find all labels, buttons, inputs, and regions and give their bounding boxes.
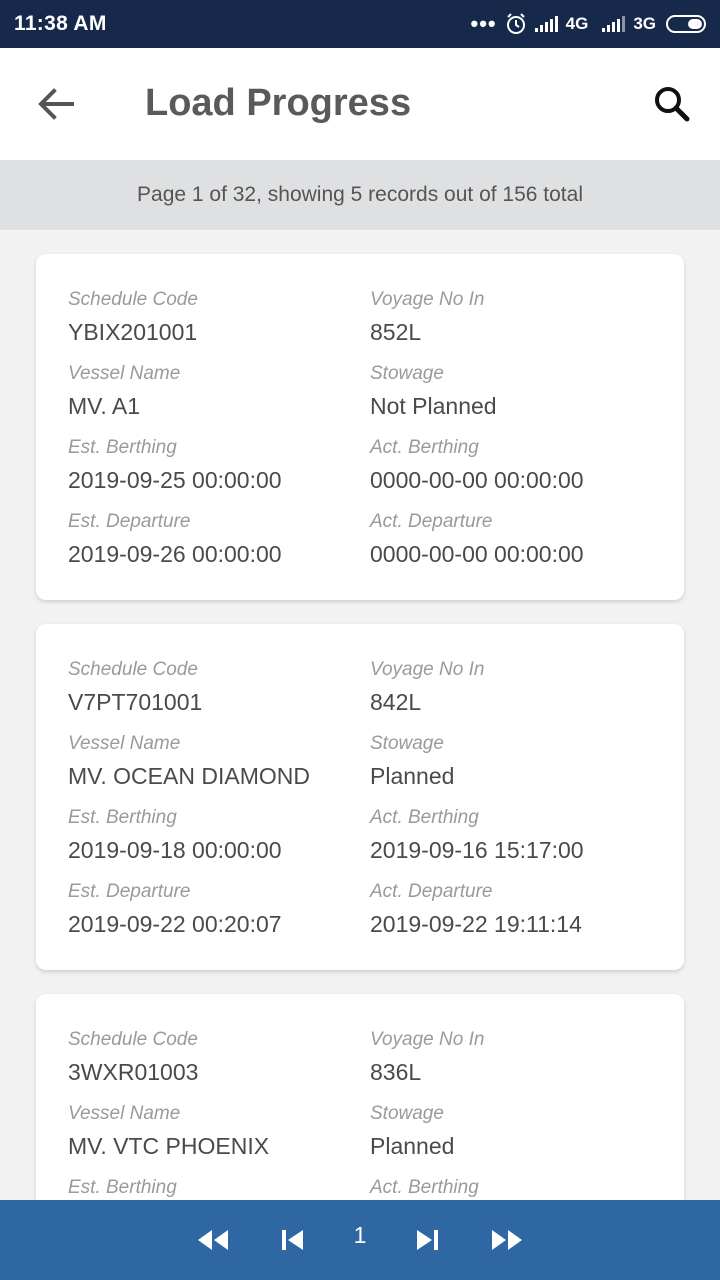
schedule-code-value: V7PT701001 [68, 689, 203, 715]
more-dots-icon: ••• [470, 11, 497, 36]
schedule-code-label: Schedule Code [68, 1029, 198, 1050]
vessel-name-value: MV. VTC PHOENIX [68, 1133, 270, 1159]
act-berthing-value: 0000-00-00 00:00:00 [370, 467, 584, 493]
pagination-info: Page 1 of 32, showing 5 records out of 1… [0, 160, 720, 230]
search-button[interactable] [652, 84, 692, 124]
status-bar: 11:38 AM ••• 4G 3G [0, 0, 720, 48]
back-button[interactable] [36, 86, 76, 122]
skip-next-icon[interactable] [414, 1224, 440, 1256]
pagination-bar: 1 [0, 1200, 720, 1280]
app-bar: Load Progress [0, 48, 720, 160]
est-departure-value: 2019-09-22 00:20:07 [68, 911, 282, 937]
act-berthing-field: Act. Berthing 0000-00-00 00:00:00 [370, 433, 584, 497]
record-card[interactable]: Schedule Code V7PT701001 Voyage No In 84… [36, 624, 684, 970]
stowage-value: Planned [370, 1133, 455, 1159]
act-berthing-label: Act. Berthing [370, 1177, 479, 1198]
act-departure-label: Act. Departure [370, 511, 493, 532]
est-departure-value: 2019-09-26 00:00:00 [68, 541, 282, 567]
signal-icon [534, 16, 558, 32]
vessel-name-value: MV. A1 [68, 393, 141, 419]
act-berthing-label: Act. Berthing [370, 807, 479, 828]
current-page: 1 [353, 1222, 367, 1248]
act-berthing-value: 2019-09-16 15:17:00 [370, 837, 584, 863]
est-departure-field: Est. Departure 2019-09-22 00:20:07 [68, 877, 282, 941]
vessel-name-value: MV. OCEAN DIAMOND [68, 763, 310, 789]
record-card[interactable]: Schedule Code YBIX201001 Voyage No In 85… [36, 254, 684, 600]
act-berthing-label: Act. Berthing [370, 437, 479, 458]
schedule-code-field: Schedule Code 3WXR01003 [68, 1025, 198, 1089]
est-berthing-label: Est. Berthing [68, 1177, 177, 1198]
network-label-2: 3G [633, 14, 656, 33]
est-berthing-label: Est. Berthing [68, 437, 177, 458]
skip-previous-icon[interactable] [280, 1224, 306, 1256]
schedule-code-value: YBIX201001 [68, 319, 198, 345]
est-berthing-value: 2019-09-18 00:00:00 [68, 837, 282, 863]
act-departure-value: 2019-09-22 19:11:14 [370, 911, 582, 937]
page-title: Load Progress [145, 82, 412, 124]
stowage-field: Stowage Planned [370, 729, 454, 793]
schedule-code-label: Schedule Code [68, 289, 198, 310]
est-departure-label: Est. Departure [68, 881, 191, 902]
stowage-value: Not Planned [370, 393, 497, 419]
vessel-name-label: Vessel Name [68, 1103, 181, 1124]
schedule-code-label: Schedule Code [68, 659, 198, 680]
stowage-field: Stowage Planned [370, 1099, 454, 1163]
est-berthing-field: Est. Berthing 2019-09-25 00:00:00 [68, 433, 282, 497]
voyage-no-field: Voyage No In 842L [370, 655, 484, 719]
vessel-name-field: Vessel Name MV. VTC PHOENIX [68, 1099, 269, 1163]
arrow-left-icon [38, 88, 74, 120]
voyage-no-value: 842L [370, 689, 422, 715]
search-icon [655, 87, 690, 122]
act-departure-field: Act. Departure 0000-00-00 00:00:00 [370, 507, 584, 571]
voyage-no-label: Voyage No In [370, 289, 485, 310]
stowage-field: Stowage Not Planned [370, 359, 497, 423]
voyage-no-label: Voyage No In [370, 659, 485, 680]
voyage-no-field: Voyage No In 836L [370, 1025, 484, 1089]
network-label-1: 4G [565, 14, 589, 33]
vessel-name-label: Vessel Name [68, 363, 181, 384]
voyage-no-value: 852L [370, 319, 422, 345]
alarm-icon [506, 13, 525, 34]
act-departure-field: Act. Departure 2019-09-22 19:11:14 [370, 877, 582, 941]
schedule-code-field: Schedule Code V7PT701001 [68, 655, 202, 719]
act-departure-label: Act. Departure [370, 881, 493, 902]
double-chevron-right-icon[interactable] [490, 1224, 524, 1256]
record-list: Schedule Code YBIX201001 Voyage No In 85… [0, 230, 720, 1200]
record-card[interactable]: Schedule Code 3WXR01003 Voyage No In 836… [36, 994, 684, 1200]
stowage-label: Stowage [370, 363, 444, 384]
stowage-value: Planned [370, 763, 455, 789]
est-departure-field: Est. Departure 2019-09-26 00:00:00 [68, 507, 282, 571]
status-time: 11:38 AM [14, 12, 107, 35]
est-departure-label: Est. Departure [68, 511, 191, 532]
vessel-name-field: Vessel Name MV. A1 [68, 359, 180, 423]
stowage-label: Stowage [370, 1103, 444, 1124]
battery-icon [666, 15, 706, 33]
stowage-label: Stowage [370, 733, 444, 754]
double-chevron-left-icon[interactable] [196, 1224, 230, 1256]
act-berthing-field: Act. Berthing 2019-09-16 15:17:00 [370, 803, 584, 867]
est-berthing-label: Est. Berthing [68, 807, 177, 828]
act-berthing-field: Act. Berthing [370, 1173, 479, 1200]
voyage-no-label: Voyage No In [370, 1029, 485, 1050]
schedule-code-value: 3WXR01003 [68, 1059, 199, 1085]
vessel-name-label: Vessel Name [68, 733, 181, 754]
voyage-no-field: Voyage No In 852L [370, 285, 484, 349]
voyage-no-value: 836L [370, 1059, 422, 1085]
schedule-code-field: Schedule Code YBIX201001 [68, 285, 198, 349]
signal-icon-2 [602, 16, 626, 32]
status-icons: ••• 4G 3G [471, 13, 706, 35]
est-berthing-field: Est. Berthing [68, 1173, 177, 1200]
est-berthing-value: 2019-09-25 00:00:00 [68, 467, 282, 493]
vessel-name-field: Vessel Name MV. OCEAN DIAMOND [68, 729, 310, 793]
act-departure-value: 0000-00-00 00:00:00 [370, 541, 584, 567]
est-berthing-field: Est. Berthing 2019-09-18 00:00:00 [68, 803, 282, 867]
